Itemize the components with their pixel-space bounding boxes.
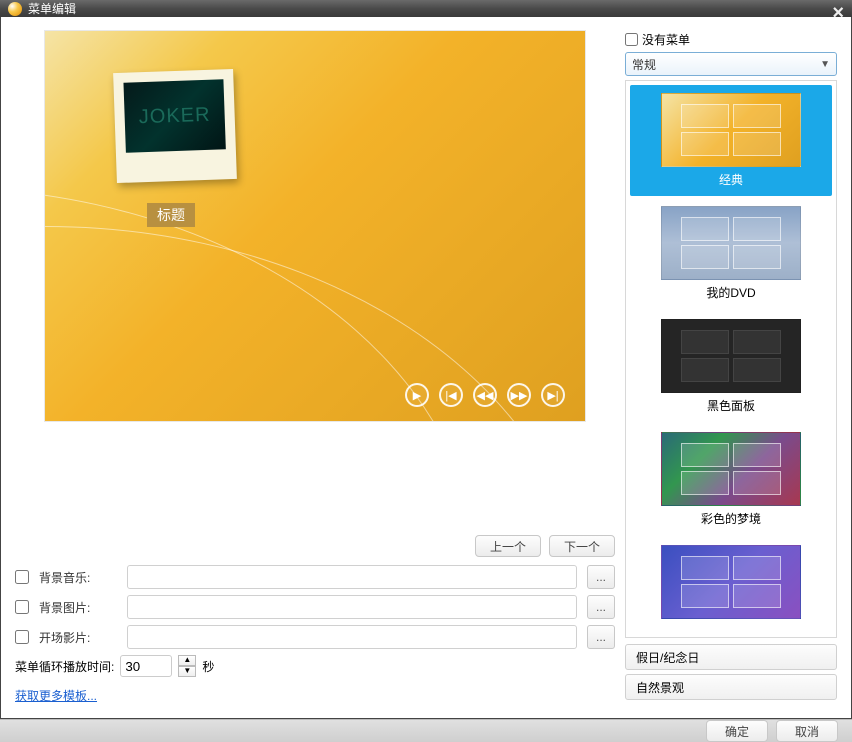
category-tab-holiday[interactable]: 假日/纪念日	[625, 644, 837, 670]
chapter-photo: JOKER	[123, 79, 225, 152]
template-thumb	[661, 545, 801, 619]
titlebar: 菜单编辑 ×	[0, 0, 852, 17]
category-select[interactable]: 常规 ▼	[625, 52, 837, 76]
window-title: 菜单编辑	[28, 0, 76, 17]
next-button[interactable]: 下一个	[549, 535, 615, 557]
template-item-classic[interactable]: 经典	[630, 85, 832, 196]
template-label: 我的DVD	[636, 284, 826, 301]
chapter-thumbnail[interactable]: JOKER	[113, 69, 237, 183]
skip-next-icon[interactable]: ▶|	[541, 383, 565, 407]
bgimg-browse-button[interactable]: ...	[587, 595, 615, 619]
bgm-browse-button[interactable]: ...	[587, 565, 615, 589]
template-label: 彩色的梦境	[636, 510, 826, 527]
template-item-black[interactable]: 黑色面板	[630, 311, 832, 422]
loop-label: 菜单循环播放时间:	[15, 658, 114, 675]
chevron-down-icon: ▼	[820, 59, 830, 70]
spinner-down-icon[interactable]: ▼	[178, 666, 196, 677]
opening-checkbox[interactable]	[15, 630, 29, 644]
spinner-up-icon[interactable]: ▲	[178, 655, 196, 666]
menu-preview: JOKER 标题 ▶ |◀ ◀◀ ▶▶ ▶|	[45, 31, 585, 421]
template-item-blue[interactable]	[630, 537, 832, 631]
cancel-button[interactable]: 取消	[776, 720, 838, 742]
template-thumb	[661, 432, 801, 506]
category-selected-value: 常规	[632, 56, 656, 73]
bgm-checkbox[interactable]	[15, 570, 29, 584]
play-icon[interactable]: ▶	[405, 383, 429, 407]
more-templates-link[interactable]: 获取更多模板...	[15, 687, 97, 704]
opening-input[interactable]	[127, 625, 577, 649]
template-label: 经典	[636, 171, 826, 188]
bgm-label: 背景音乐:	[39, 569, 117, 586]
no-menu-label: 没有菜单	[642, 31, 690, 48]
category-tab-nature[interactable]: 自然景观	[625, 674, 837, 700]
forward-icon[interactable]: ▶▶	[507, 383, 531, 407]
template-item-colorful[interactable]: 彩色的梦境	[630, 424, 832, 535]
loop-duration-input[interactable]	[120, 655, 172, 677]
template-label: 黑色面板	[636, 397, 826, 414]
ok-button[interactable]: 确定	[706, 720, 768, 742]
bgimg-checkbox[interactable]	[15, 600, 29, 614]
template-thumb	[661, 93, 801, 167]
opening-label: 开场影片:	[39, 629, 117, 646]
opening-browse-button[interactable]: ...	[587, 625, 615, 649]
prev-button[interactable]: 上一个	[475, 535, 541, 557]
template-list[interactable]: 经典 我的DVD 黑色面板	[625, 80, 837, 638]
bgm-input[interactable]	[127, 565, 577, 589]
template-item-mydvd[interactable]: 我的DVD	[630, 198, 832, 309]
title-placeholder[interactable]: 标题	[147, 203, 195, 227]
no-menu-checkbox[interactable]	[625, 33, 638, 46]
rewind-icon[interactable]: ◀◀	[473, 383, 497, 407]
template-thumb	[661, 206, 801, 280]
bgimg-label: 背景图片:	[39, 599, 117, 616]
skip-prev-icon[interactable]: |◀	[439, 383, 463, 407]
bgimg-input[interactable]	[127, 595, 577, 619]
template-thumb	[661, 319, 801, 393]
close-icon[interactable]: ×	[832, 2, 844, 25]
loop-unit: 秒	[202, 658, 214, 675]
app-icon	[8, 2, 22, 16]
